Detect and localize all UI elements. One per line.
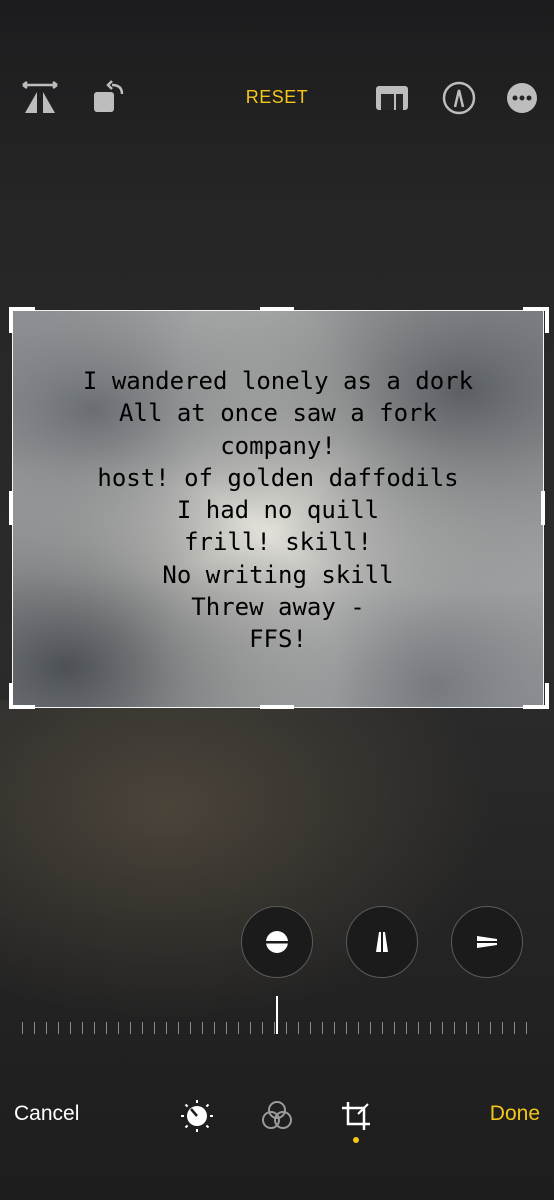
dial-tick: [46, 1022, 47, 1034]
dial-tick: [226, 1022, 227, 1034]
poem-line: FFS!: [249, 625, 307, 654]
dial-tick: [394, 1022, 395, 1034]
adjustment-dial[interactable]: [22, 1018, 534, 1034]
dial-tick: [466, 1022, 467, 1034]
crop-handle-bottom-left[interactable]: [9, 683, 35, 709]
dial-tick: [238, 1022, 239, 1034]
dial-tick: [118, 1022, 119, 1034]
active-mode-indicator: [353, 1137, 359, 1143]
horizontal-perspective-button[interactable]: [451, 906, 523, 978]
crop-handle-bottom-right[interactable]: [523, 683, 549, 709]
poem-line: host! of golden daffodils: [97, 463, 459, 492]
crop-handle-left[interactable]: [9, 491, 13, 525]
dial-tick: [22, 1022, 23, 1034]
dial-tick: [250, 1022, 251, 1034]
crop-handle-top-right[interactable]: [523, 307, 549, 333]
dial-tick: [430, 1022, 431, 1034]
reset-label[interactable]: RESET: [246, 87, 309, 107]
dial-tick: [190, 1022, 191, 1034]
dial-tick: [214, 1022, 215, 1034]
crop-handle-top[interactable]: [260, 307, 294, 311]
dial-tick: [142, 1022, 143, 1034]
dial-tick: [58, 1022, 59, 1034]
dial-tick: [286, 1022, 287, 1034]
dial-tick: [442, 1022, 443, 1034]
dial-tick: [106, 1022, 107, 1034]
dial-tick: [406, 1022, 407, 1034]
dial-tick: [454, 1022, 455, 1034]
more-icon[interactable]: [502, 78, 542, 118]
poem-line: Threw away -: [191, 593, 365, 622]
dial-tick: [418, 1022, 419, 1034]
dial-tick: [154, 1022, 155, 1034]
cancel-button[interactable]: Cancel: [14, 1102, 79, 1126]
dial-tick: [166, 1022, 167, 1034]
dial-tick: [502, 1022, 503, 1034]
dial-tick: [310, 1022, 311, 1034]
crop-handle-bottom[interactable]: [260, 705, 294, 709]
done-button[interactable]: Done: [490, 1102, 540, 1126]
dial-tick: [178, 1022, 179, 1034]
dial-tick: [82, 1022, 83, 1034]
dial-tick: [94, 1022, 95, 1034]
dial-tick: [490, 1022, 491, 1034]
poem-line: frill! skill!: [184, 528, 372, 557]
adjust-icon[interactable]: [177, 1096, 217, 1136]
poem-line: I had no quill: [176, 496, 380, 525]
crop-icon[interactable]: [336, 1096, 376, 1136]
dial-tick: [334, 1022, 335, 1034]
dial-tick: [34, 1022, 35, 1034]
dial-tick: [370, 1022, 371, 1034]
dial-tick: [70, 1022, 71, 1034]
dial-tick: [514, 1022, 515, 1034]
dial-tick: [346, 1022, 347, 1034]
poem-line: I wandered lonely as a dork: [82, 367, 474, 395]
crop-handle-right[interactable]: [541, 491, 545, 525]
dial-tick: [298, 1022, 299, 1034]
poem-line: company!: [220, 431, 336, 460]
straighten-icon: [263, 931, 291, 953]
poem-line: No writing skill: [162, 560, 394, 589]
filters-icon[interactable]: [257, 1096, 297, 1136]
poem-line: All at once saw a fork: [119, 399, 437, 428]
dial-tick: [382, 1022, 383, 1034]
straighten-button[interactable]: [241, 906, 313, 978]
vertical-perspective-button[interactable]: [346, 906, 418, 978]
vertical-perspective-icon: [376, 928, 388, 956]
dial-tick: [130, 1022, 131, 1034]
dial-indicator: [276, 996, 278, 1034]
dial-tick: [358, 1022, 359, 1034]
photo-crop-area[interactable]: I wandered lonely as a dork All at once …: [12, 310, 544, 708]
dial-tick: [262, 1022, 263, 1034]
dial-tick: [274, 1022, 275, 1034]
crop-handle-top-left[interactable]: [9, 307, 35, 333]
dial-tick: [202, 1022, 203, 1034]
dial-tick: [478, 1022, 479, 1034]
aspect-ratio-icon[interactable]: [372, 78, 412, 118]
poem-text: I wandered lonely as a dork All at once …: [13, 365, 543, 656]
dial-tick: [526, 1022, 527, 1034]
dial-tick: [322, 1022, 323, 1034]
markup-icon[interactable]: [439, 78, 479, 118]
horizontal-perspective-icon: [473, 936, 501, 948]
